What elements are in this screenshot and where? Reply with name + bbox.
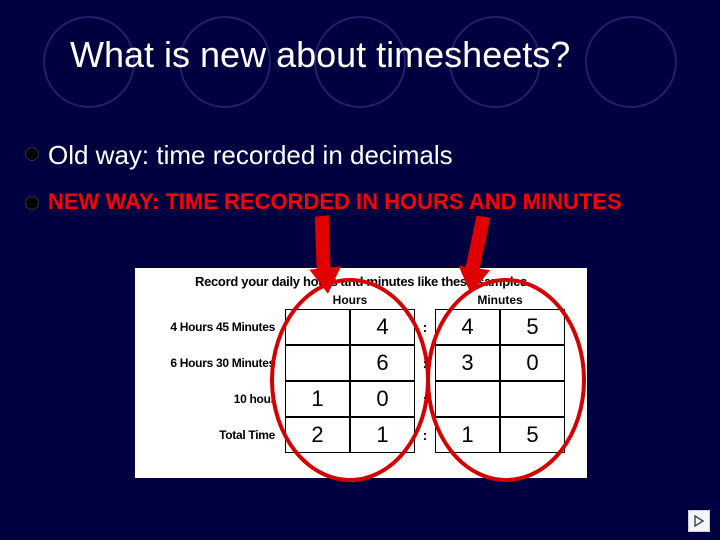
panel-title: Record your daily hours and minutes like… bbox=[135, 274, 587, 289]
minutes-tens: 3 bbox=[435, 345, 500, 381]
bullet-icon bbox=[26, 148, 38, 160]
next-slide-button[interactable] bbox=[688, 510, 710, 532]
sample-panel: Record your daily hours and minutes like… bbox=[135, 268, 587, 478]
bullet-text: NEW WAY: TIME RECORDED IN HOURS AND MINU… bbox=[48, 189, 622, 215]
colon-separator: : bbox=[415, 319, 435, 335]
hours-tens: 1 bbox=[285, 381, 350, 417]
minutes-cells: 1 5 bbox=[435, 417, 565, 453]
minutes-tens: 1 bbox=[435, 417, 500, 453]
minutes-ones: 0 bbox=[500, 345, 565, 381]
bullet-text: Old way: time recorded in decimals bbox=[48, 140, 453, 171]
panel-grid: 4 Hours 45 Minutes 4 : 4 5 6 Hours 30 Mi… bbox=[135, 309, 587, 453]
row-label: Total Time bbox=[135, 428, 285, 442]
row-label: 6 Hours 30 Minutes bbox=[135, 356, 285, 370]
bullet-item-new-way: NEW WAY: TIME RECORDED IN HOURS AND MINU… bbox=[26, 189, 686, 215]
minutes-ones bbox=[500, 381, 565, 417]
colon-separator: : bbox=[415, 391, 435, 407]
hours-cells: 2 1 bbox=[285, 417, 415, 453]
hours-ones: 1 bbox=[350, 417, 415, 453]
bullet-list: Old way: time recorded in decimals NEW W… bbox=[26, 140, 686, 233]
bullet-item-old-way: Old way: time recorded in decimals bbox=[26, 140, 686, 171]
minutes-ones: 5 bbox=[500, 309, 565, 345]
panel-column-headers: Hours Minutes bbox=[135, 293, 587, 307]
row-label: 10 hour bbox=[135, 392, 285, 406]
colon-separator: : bbox=[415, 355, 435, 371]
minutes-ones: 5 bbox=[500, 417, 565, 453]
row-label: 4 Hours 45 Minutes bbox=[135, 320, 285, 334]
hours-cells: 1 0 bbox=[285, 381, 415, 417]
minutes-cells bbox=[435, 381, 565, 417]
bullet-icon bbox=[26, 197, 38, 209]
play-icon bbox=[694, 515, 704, 527]
hours-tens bbox=[285, 309, 350, 345]
header-hours: Hours bbox=[285, 293, 415, 307]
hours-ones: 0 bbox=[350, 381, 415, 417]
hours-tens bbox=[285, 345, 350, 381]
slide-title: What is new about timesheets? bbox=[70, 34, 670, 76]
minutes-tens bbox=[435, 381, 500, 417]
header-minutes: Minutes bbox=[435, 293, 565, 307]
slide: What is new about timesheets? Old way: t… bbox=[0, 0, 720, 540]
hours-cells: 4 bbox=[285, 309, 415, 345]
hours-tens: 2 bbox=[285, 417, 350, 453]
minutes-tens: 4 bbox=[435, 309, 500, 345]
colon-separator: : bbox=[415, 427, 435, 443]
minutes-cells: 3 0 bbox=[435, 345, 565, 381]
hours-ones: 6 bbox=[350, 345, 415, 381]
minutes-cells: 4 5 bbox=[435, 309, 565, 345]
hours-ones: 4 bbox=[350, 309, 415, 345]
hours-cells: 6 bbox=[285, 345, 415, 381]
